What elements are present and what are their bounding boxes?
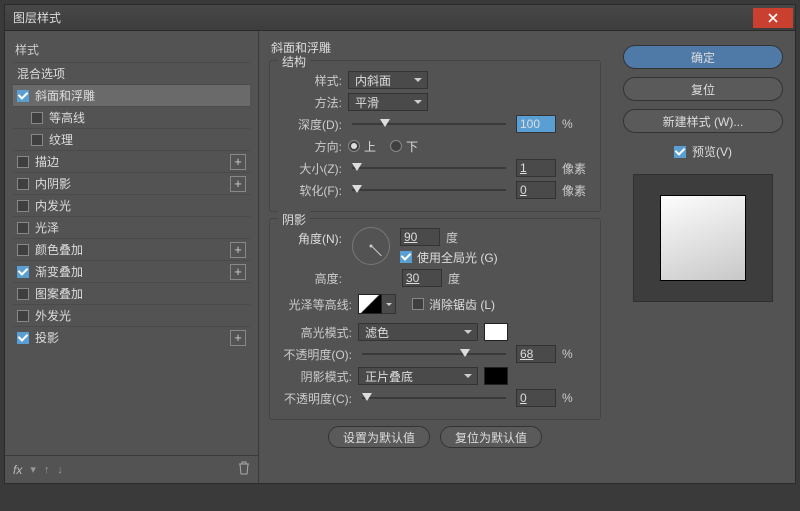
highlight-color-swatch[interactable] [484,323,508,341]
depth-input[interactable]: 100 [516,115,556,133]
style-item-2[interactable]: 纹理 [13,128,250,150]
move-down-icon[interactable]: ↓ [57,464,63,476]
direction-down-radio[interactable]: 下 [390,138,418,155]
size-input[interactable]: 1 [516,159,556,177]
fx-menu[interactable]: fx [13,463,22,477]
styles-panel: 样式 混合选项 斜面和浮雕等高线纹理描边 + 内阴影 + 内发光光泽颜色叠加 + 渐变叠加 +… [5,31,259,483]
style-label: 投影 [35,329,59,346]
style-label: 内发光 [35,197,71,214]
styles-heading: 样式 [13,37,250,62]
trash-icon[interactable] [238,461,250,478]
style-select[interactable]: 内斜面 [348,71,428,89]
blending-options-row[interactable]: 混合选项 [13,62,250,84]
style-checkbox[interactable] [17,266,29,278]
window-title: 图层样式 [13,9,753,26]
angle-input[interactable]: 90 [400,228,440,246]
style-checkbox[interactable] [17,90,29,102]
preview-checkbox[interactable]: 预览(V) [674,143,732,160]
layer-style-dialog: 图层样式 样式 混合选项 斜面和浮雕等高线纹理描边 + 内阴影 + 内发光光泽颜色叠加 +… [4,4,796,484]
highlight-opacity-slider[interactable] [362,348,506,360]
ok-button[interactable]: 确定 [623,45,783,69]
preview-swatch [660,195,746,281]
reset-button[interactable]: 复位 [623,77,783,101]
style-checkbox[interactable] [17,200,29,212]
style-label: 光泽 [35,219,59,236]
titlebar: 图层样式 [5,5,795,31]
style-label: 外发光 [35,307,71,324]
fx-dropdown-icon[interactable]: ▾ [30,463,36,476]
antialias-checkbox[interactable]: 消除锯齿 (L) [412,296,495,313]
style-label: 纹理 [49,131,73,148]
style-item-0[interactable]: 斜面和浮雕 [13,84,250,106]
structure-group: 结构 样式: 内斜面 方法: 平滑 深度(D): 100 % 方向: 上 [269,60,601,212]
angle-control[interactable] [352,227,390,265]
shadow-group: 阴影 角度(N): 90 度 使用全局光 (G) 高 [269,218,601,420]
style-label: 颜色叠加 [35,241,83,258]
depth-slider[interactable] [352,118,506,130]
highlight-opacity-input[interactable]: 68 [516,345,556,363]
preview-box [633,174,773,302]
style-item-1[interactable]: 等高线 [13,106,250,128]
style-label: 描边 [35,153,59,170]
actions-panel: 确定 复位 新建样式 (W)... 预览(V) [611,31,795,483]
style-item-8[interactable]: 渐变叠加 + [13,260,250,282]
style-item-4[interactable]: 内阴影 + [13,172,250,194]
reset-default-button[interactable]: 复位为默认值 [440,426,542,448]
shadow-color-swatch[interactable] [484,367,508,385]
style-label: 等高线 [49,109,85,126]
add-effect-icon[interactable]: + [230,264,246,280]
add-effect-icon[interactable]: + [230,176,246,192]
add-effect-icon[interactable]: + [230,154,246,170]
soften-slider[interactable] [352,184,506,196]
add-effect-icon[interactable]: + [230,242,246,258]
soften-input[interactable]: 0 [516,181,556,199]
style-checkbox[interactable] [17,332,29,344]
close-button[interactable] [753,8,793,28]
settings-panel: 斜面和浮雕 结构 样式: 内斜面 方法: 平滑 深度(D): 100 % [259,31,611,483]
global-light-checkbox[interactable]: 使用全局光 (G) [400,249,498,266]
style-item-9[interactable]: 图案叠加 [13,282,250,304]
shadow-mode-select[interactable]: 正片叠底 [358,367,478,385]
styles-footer: fx ▾ ↑ ↓ [5,455,258,483]
style-item-10[interactable]: 外发光 [13,304,250,326]
gloss-contour-picker[interactable] [358,294,382,314]
style-label: 图案叠加 [35,285,83,302]
style-checkbox[interactable] [17,288,29,300]
style-checkbox[interactable] [31,112,43,124]
style-checkbox[interactable] [17,244,29,256]
style-checkbox[interactable] [17,310,29,322]
method-select[interactable]: 平滑 [348,93,428,111]
gloss-contour-dropdown[interactable] [382,294,396,314]
style-checkbox[interactable] [31,134,43,146]
style-checkbox[interactable] [17,222,29,234]
size-slider[interactable] [352,162,506,174]
style-item-3[interactable]: 描边 + [13,150,250,172]
new-style-button[interactable]: 新建样式 (W)... [623,109,783,133]
style-label: 斜面和浮雕 [35,87,95,104]
style-checkbox[interactable] [17,156,29,168]
make-default-button[interactable]: 设置为默认值 [328,426,430,448]
shadow-opacity-input[interactable]: 0 [516,389,556,407]
style-item-5[interactable]: 内发光 [13,194,250,216]
style-item-6[interactable]: 光泽 [13,216,250,238]
add-effect-icon[interactable]: + [230,330,246,346]
highlight-mode-select[interactable]: 滤色 [358,323,478,341]
style-item-7[interactable]: 颜色叠加 + [13,238,250,260]
direction-up-radio[interactable]: 上 [348,138,376,155]
style-checkbox[interactable] [17,178,29,190]
style-label: 渐变叠加 [35,263,83,280]
section-title: 斜面和浮雕 [269,37,601,60]
style-label: 内阴影 [35,175,71,192]
altitude-input[interactable]: 30 [402,269,442,287]
style-item-11[interactable]: 投影 + [13,326,250,348]
shadow-opacity-slider[interactable] [362,392,506,404]
move-up-icon[interactable]: ↑ [44,464,50,476]
